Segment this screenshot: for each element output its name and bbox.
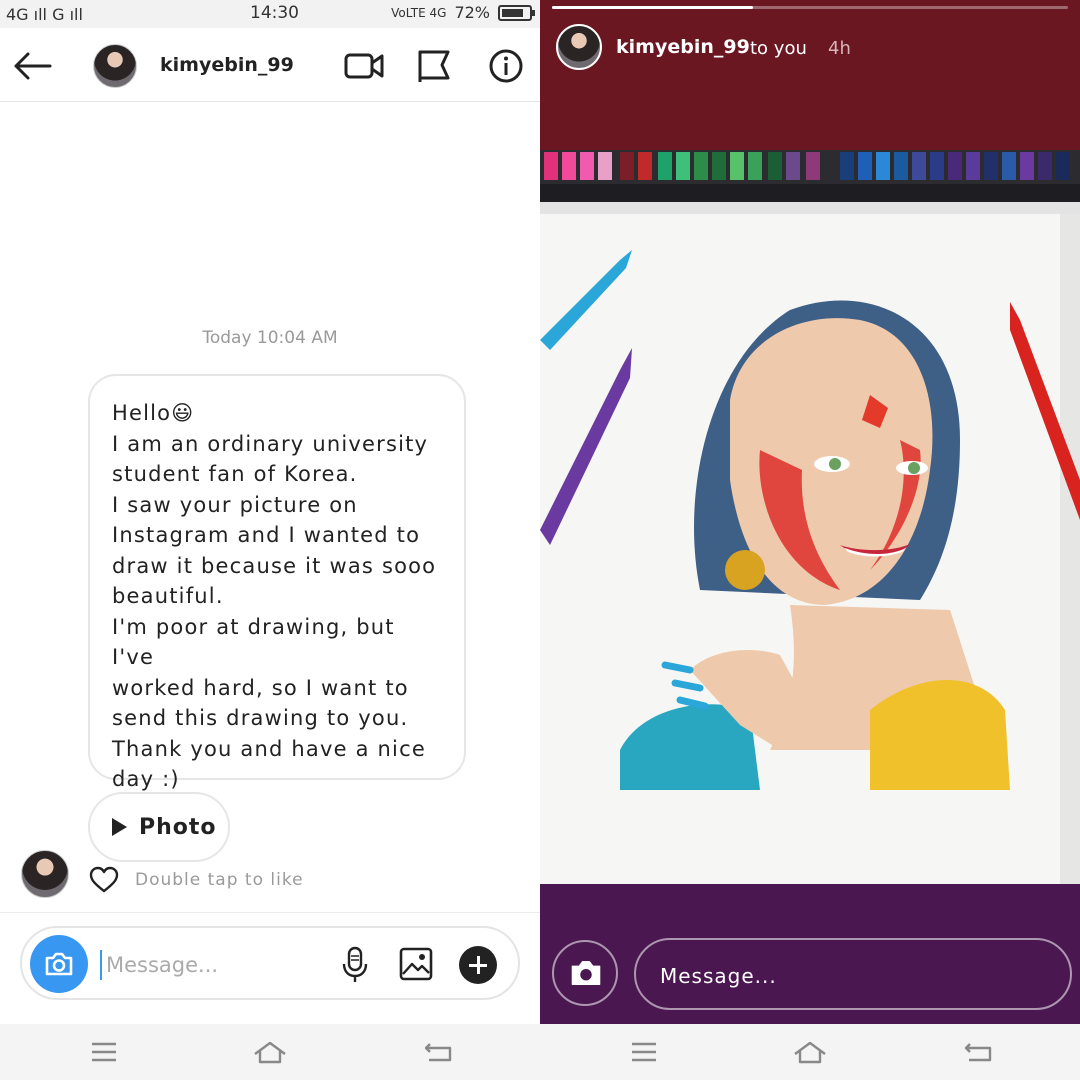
network-label: VoLTE 4G xyxy=(391,5,447,20)
header-avatar[interactable] xyxy=(93,44,137,88)
story-reply-input[interactable]: Message... xyxy=(634,938,1072,1010)
play-icon xyxy=(112,818,127,836)
battery-icon xyxy=(498,4,535,21)
menu-icon[interactable] xyxy=(629,1038,659,1066)
story-avatar[interactable] xyxy=(556,24,602,70)
home-icon[interactable] xyxy=(252,1038,288,1066)
drawing-photo xyxy=(540,150,1080,884)
system-nav-bar xyxy=(540,1024,1080,1080)
message-timestamp: Today 10:04 AM xyxy=(202,328,338,348)
story-progress-bar xyxy=(552,6,1068,9)
status-time: 14:30 xyxy=(250,3,299,23)
menu-icon[interactable] xyxy=(89,1038,119,1066)
photo-message[interactable]: Photo xyxy=(88,792,230,862)
flag-icon[interactable] xyxy=(416,48,452,84)
sender-avatar[interactable] xyxy=(21,850,69,898)
story-progress-fill xyxy=(552,6,754,9)
system-nav-bar xyxy=(0,1024,540,1080)
plus-icon[interactable] xyxy=(459,946,497,984)
conversation-header: kimyebin_99 xyxy=(0,28,540,102)
story-reply-bar: Message... xyxy=(540,884,1080,1024)
story-camera-button[interactable] xyxy=(552,940,618,1006)
story-username[interactable]: kimyebin_99 xyxy=(616,36,750,58)
heart-icon[interactable] xyxy=(89,866,119,894)
signal-text: 4G ıll G ıll xyxy=(6,4,83,24)
gallery-icon[interactable] xyxy=(398,946,434,982)
photo-label: Photo xyxy=(139,814,217,840)
camera-icon xyxy=(571,961,601,985)
camera-icon xyxy=(45,952,73,976)
microphone-icon[interactable] xyxy=(340,946,370,984)
double-tap-hint: Double tap to like xyxy=(135,870,304,890)
info-icon[interactable] xyxy=(488,48,524,84)
conversation-username[interactable]: kimyebin_99 xyxy=(160,54,294,76)
message-text: Hello😃 I am an ordinary university stude… xyxy=(112,401,437,791)
story-recipient: to you xyxy=(750,38,807,59)
camera-button[interactable] xyxy=(30,935,88,993)
home-icon[interactable] xyxy=(792,1038,828,1066)
message-bubble[interactable]: Hello😃 I am an ordinary university stude… xyxy=(88,374,466,791)
story-photo[interactable] xyxy=(540,150,1080,884)
back-nav-icon[interactable] xyxy=(963,1038,993,1066)
story-age: 4h xyxy=(828,38,851,59)
battery-percent: 72% xyxy=(454,3,490,22)
composer-divider xyxy=(0,912,540,913)
back-arrow-icon[interactable] xyxy=(12,48,52,84)
message-composer xyxy=(20,926,520,1000)
status-bar: 4G ıll G ıll 14:30 VoLTE 4G 72% xyxy=(0,0,540,28)
video-call-icon[interactable] xyxy=(344,50,384,82)
story-pane: kimyebin_99 to you 4h Message... xyxy=(540,0,1080,1080)
direct-message-pane: 4G ıll G ıll 14:30 VoLTE 4G 72% kimyebin… xyxy=(0,0,540,1080)
message-input[interactable] xyxy=(100,950,320,980)
back-nav-icon[interactable] xyxy=(423,1038,453,1066)
